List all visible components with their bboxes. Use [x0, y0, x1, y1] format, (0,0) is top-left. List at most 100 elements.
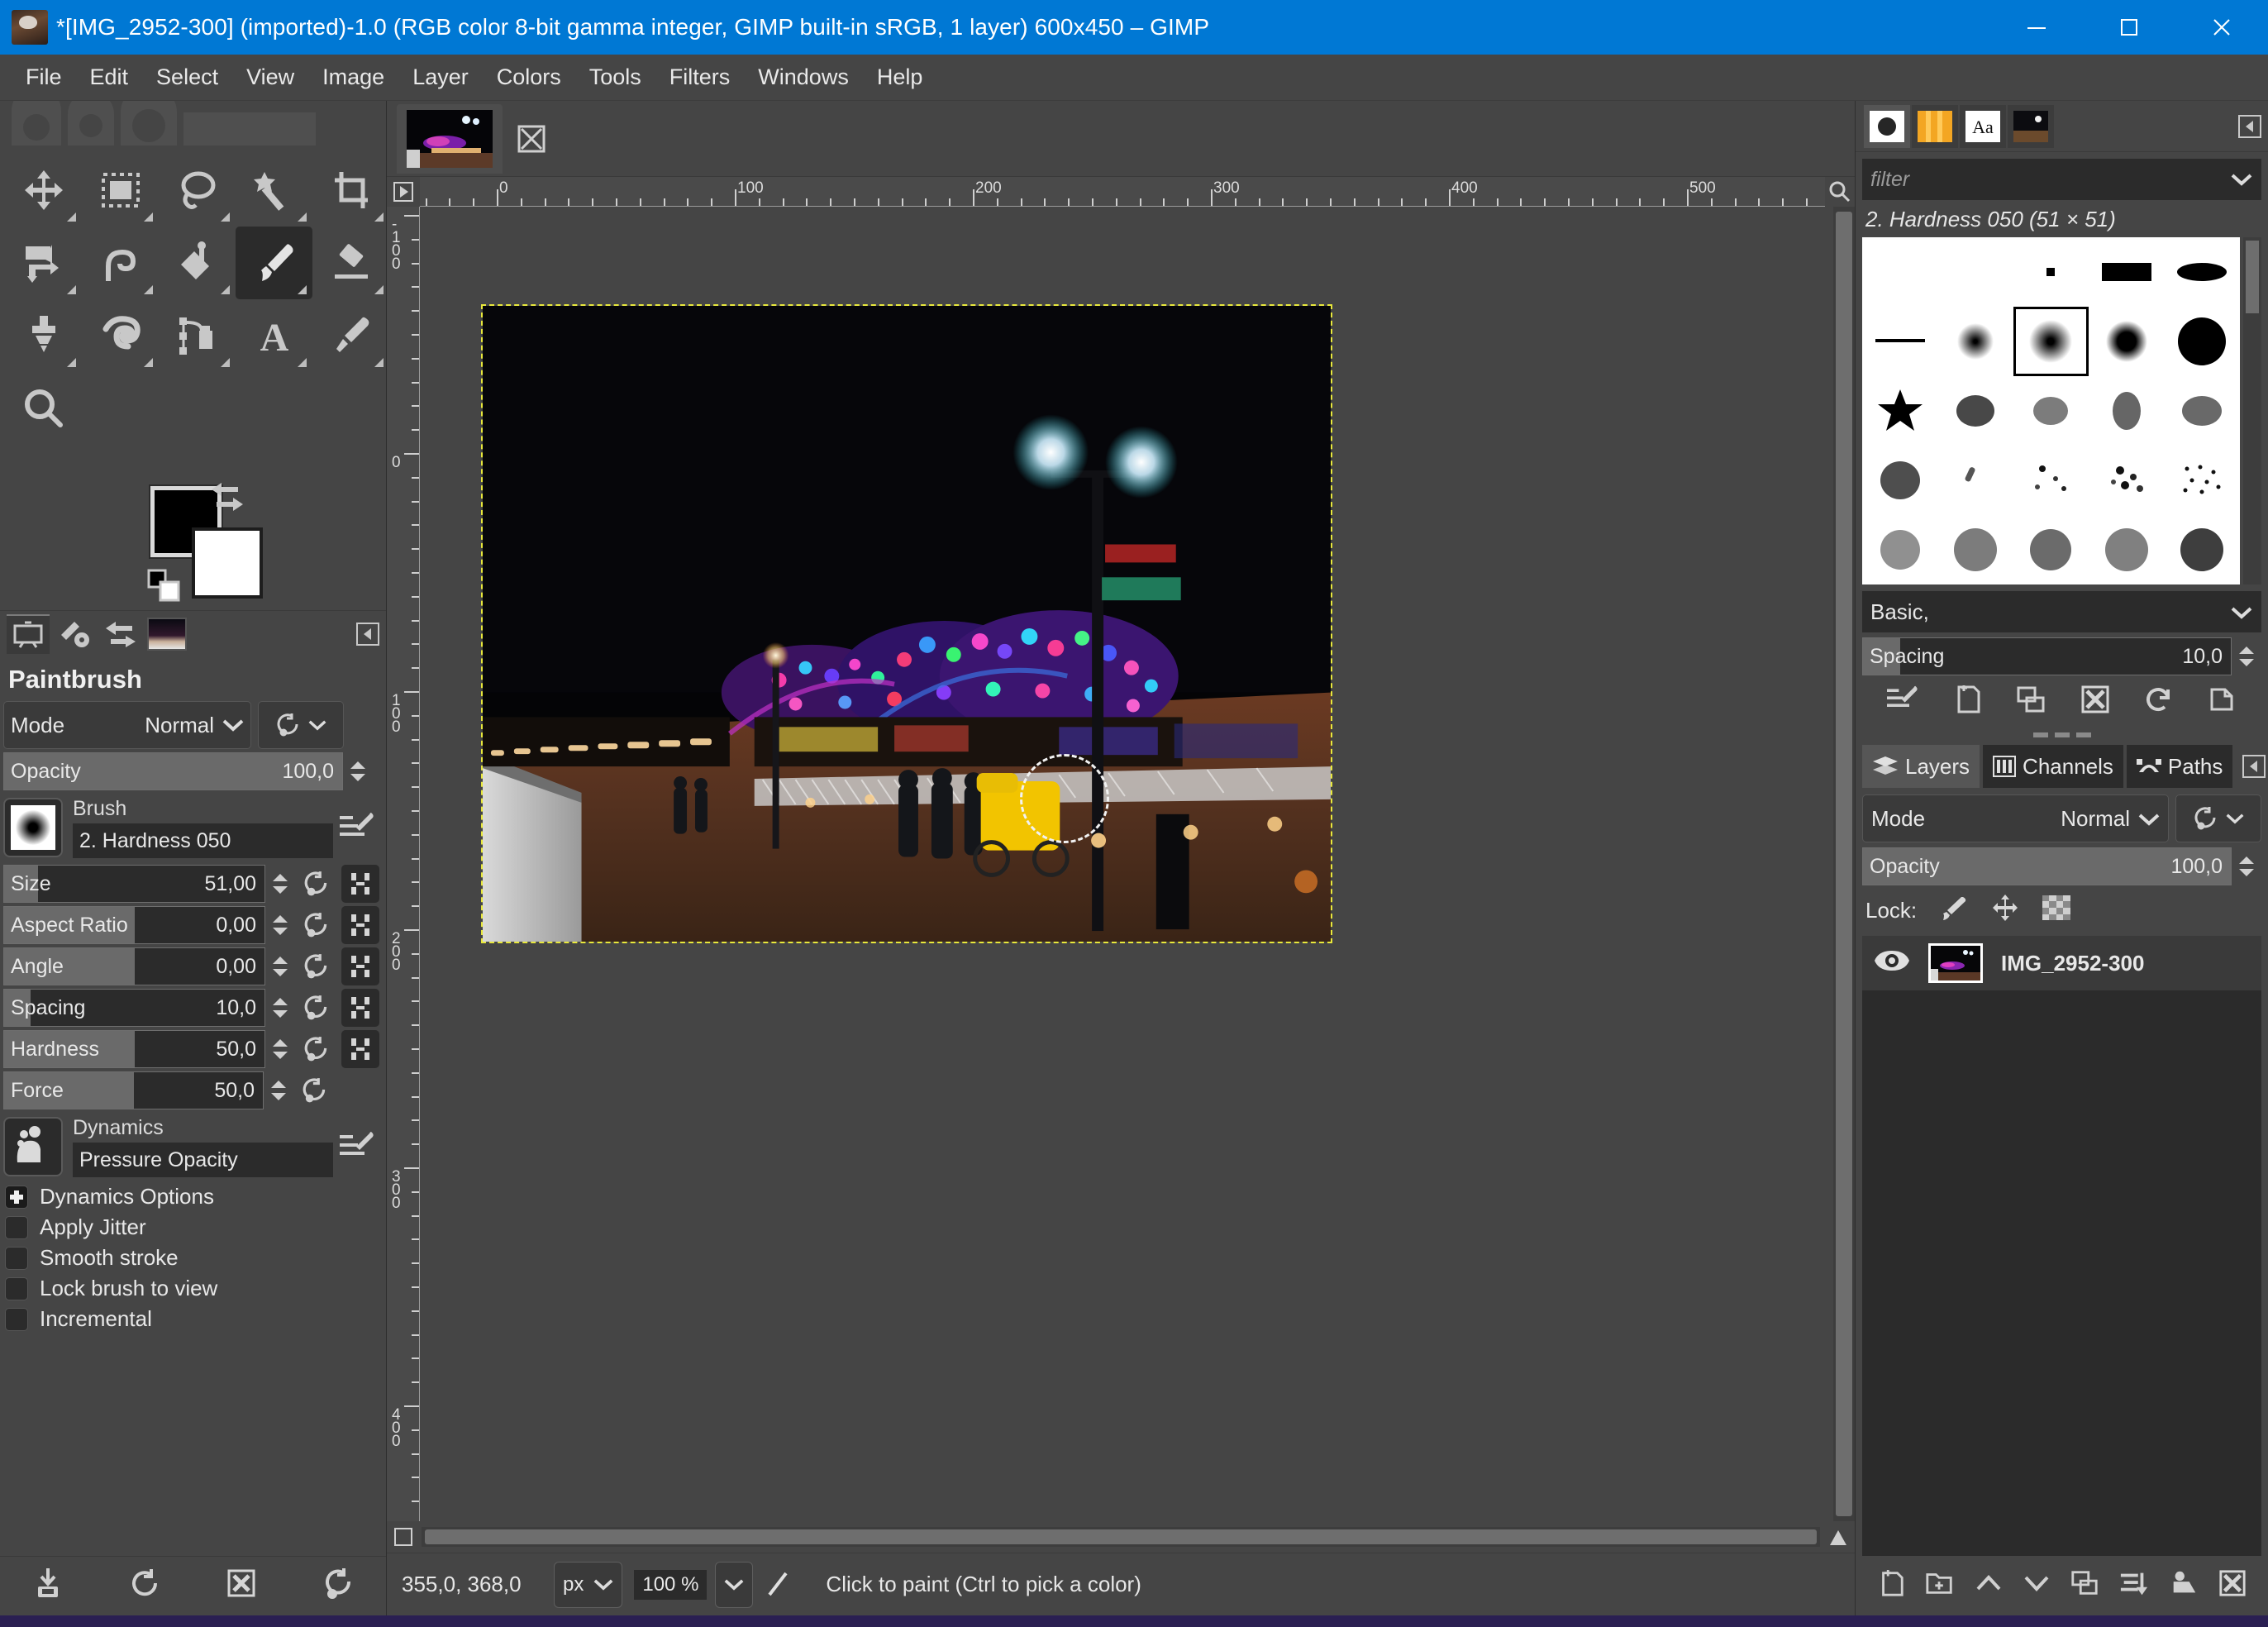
vertical-ruler[interactable]: -1000100200300400500 [387, 207, 420, 1521]
bucket-fill-tool[interactable] [159, 227, 236, 299]
tab-layers[interactable]: Layers [1862, 745, 1980, 788]
menu-tools[interactable]: Tools [575, 60, 655, 95]
link-hardness-button[interactable] [341, 1030, 379, 1068]
fuzzy-select-tool[interactable] [236, 154, 312, 227]
dynamics-options-expander[interactable]: Dynamics Options [5, 1184, 379, 1210]
brush-cell[interactable] [1862, 376, 1937, 446]
brush-cell[interactable] [1937, 376, 2013, 446]
raise-layer-button[interactable] [1975, 1572, 2003, 1600]
size-stepper[interactable] [265, 871, 295, 896]
brush-tag-dropdown[interactable]: Basic, [1862, 591, 2261, 632]
image-canvas[interactable] [420, 207, 1833, 1521]
brush-filter-input[interactable]: filter [1862, 159, 2261, 200]
collapse-panel-icon[interactable] [2239, 754, 2268, 779]
undo-history-tab[interactable] [99, 614, 142, 654]
incremental-checkbox[interactable]: Incremental [5, 1306, 379, 1332]
link-spacing-button[interactable] [341, 989, 379, 1027]
brush-cell[interactable] [1862, 446, 1937, 515]
rectangle-select-tool[interactable] [82, 154, 159, 227]
aspect-ratio-slider[interactable]: Aspect Ratio 0,00 [3, 906, 265, 944]
default-colors-icon[interactable] [147, 569, 187, 614]
close-tab-icon[interactable] [503, 124, 560, 154]
text-tool[interactable]: A [236, 299, 312, 372]
menu-image[interactable]: Image [308, 60, 398, 95]
spacing-slider[interactable]: Spacing 10,0 [3, 989, 265, 1027]
apply-jitter-checkbox[interactable]: Apply Jitter [5, 1214, 379, 1240]
brush-cell[interactable] [1862, 515, 1937, 584]
paintbrush-tool[interactable] [236, 227, 312, 299]
lower-layer-button[interactable] [2023, 1572, 2051, 1600]
brush-spacing-stepper[interactable] [2232, 644, 2261, 669]
ruler-origin-button[interactable] [387, 177, 420, 207]
brush-grid-scrollbar[interactable] [2243, 237, 2261, 584]
eraser-tool[interactable] [312, 227, 389, 299]
warp-transform-tool[interactable] [82, 227, 159, 299]
reset-tool-options-button[interactable] [322, 1567, 355, 1606]
menu-windows[interactable]: Windows [744, 60, 863, 95]
layer-mode-reset-button[interactable] [2175, 794, 2261, 842]
gradients-tab[interactable] [1912, 104, 1958, 148]
menu-layer[interactable]: Layer [398, 60, 483, 95]
brush-cell[interactable] [1862, 307, 1937, 376]
reset-spacing-button[interactable] [295, 995, 338, 1021]
dynamics-preview[interactable] [3, 1117, 63, 1176]
brush-cell[interactable] [2013, 446, 2089, 515]
brush-spacing-slider[interactable]: Spacing 10,0 [1862, 637, 2232, 675]
brush-cell[interactable] [2089, 376, 2164, 446]
smooth-stroke-checkbox[interactable]: Smooth stroke [5, 1245, 379, 1271]
brush-cell[interactable] [2013, 237, 2089, 307]
duplicate-brush-button[interactable] [2015, 685, 2046, 720]
path-tool[interactable] [159, 299, 236, 372]
color-picker-tool[interactable] [312, 299, 389, 372]
clone-stamp-tool[interactable] [5, 299, 82, 372]
delete-tool-preset-button[interactable] [225, 1567, 258, 1606]
background-color-swatch[interactable] [192, 527, 263, 599]
brush-name-field[interactable]: 2. Hardness 050 [73, 823, 333, 858]
menu-select[interactable]: Select [142, 60, 232, 95]
reset-force-button[interactable] [293, 1077, 336, 1104]
new-layer-group-button[interactable] [1925, 1569, 1955, 1603]
menu-help[interactable]: Help [863, 60, 937, 95]
duplicate-layer-button[interactable] [2070, 1569, 2099, 1603]
collapse-panel-icon[interactable] [2232, 114, 2268, 139]
zoom-value[interactable]: 100 % [634, 1569, 708, 1600]
tab-paths[interactable]: Paths [2126, 745, 2233, 788]
tab-channels[interactable]: Channels [1983, 745, 2123, 788]
brush-cell[interactable] [2013, 515, 2089, 584]
brushes-tab[interactable] [1864, 104, 1910, 148]
horizontal-scrollbar[interactable] [422, 1527, 1820, 1547]
fonts-tab[interactable]: Aa [1960, 104, 2006, 148]
menu-edit[interactable]: Edit [76, 60, 143, 95]
menu-view[interactable]: View [232, 60, 308, 95]
open-brush-as-image-button[interactable] [2207, 685, 2238, 720]
dynamics-name-field[interactable]: Pressure Opacity [73, 1143, 333, 1177]
opacity-slider[interactable]: Opacity 100,0 [3, 752, 343, 790]
force-slider[interactable]: Force 50,0 [3, 1071, 264, 1109]
edit-brush-button[interactable] [1885, 685, 1918, 720]
eye-icon[interactable] [1874, 948, 1910, 979]
hardness-stepper[interactable] [265, 1037, 295, 1062]
anchor-layer-button[interactable] [2169, 1570, 2199, 1602]
hardness-slider[interactable]: Hardness 50,0 [3, 1030, 265, 1068]
move-tool[interactable] [5, 154, 82, 227]
menu-file[interactable]: File [12, 60, 76, 95]
maximize-icon[interactable] [2083, 0, 2175, 55]
save-tool-preset-button[interactable] [31, 1567, 64, 1606]
reset-mode-button[interactable] [258, 701, 344, 749]
layer-opacity-slider[interactable]: Opacity 100,0 [1862, 847, 2232, 885]
brush-cell[interactable] [2089, 515, 2164, 584]
reset-angle-button[interactable] [295, 953, 338, 980]
angle-slider[interactable]: Angle 0,00 [3, 947, 265, 985]
brush-cell[interactable] [2089, 307, 2164, 376]
transform-tool[interactable] [5, 227, 82, 299]
brush-cell[interactable] [2165, 446, 2240, 515]
horizontal-ruler[interactable]: 0100200300400500600 [420, 177, 1825, 207]
merge-down-button[interactable] [2119, 1569, 2149, 1603]
brush-cell[interactable] [1937, 446, 2013, 515]
new-brush-button[interactable] [1952, 684, 1982, 721]
new-layer-button[interactable] [1877, 1568, 1905, 1604]
reset-aspect-ratio-button[interactable] [295, 912, 338, 938]
menu-colors[interactable]: Colors [483, 60, 575, 95]
brush-cell[interactable] [1937, 237, 2013, 307]
device-status-tab[interactable] [53, 614, 96, 654]
